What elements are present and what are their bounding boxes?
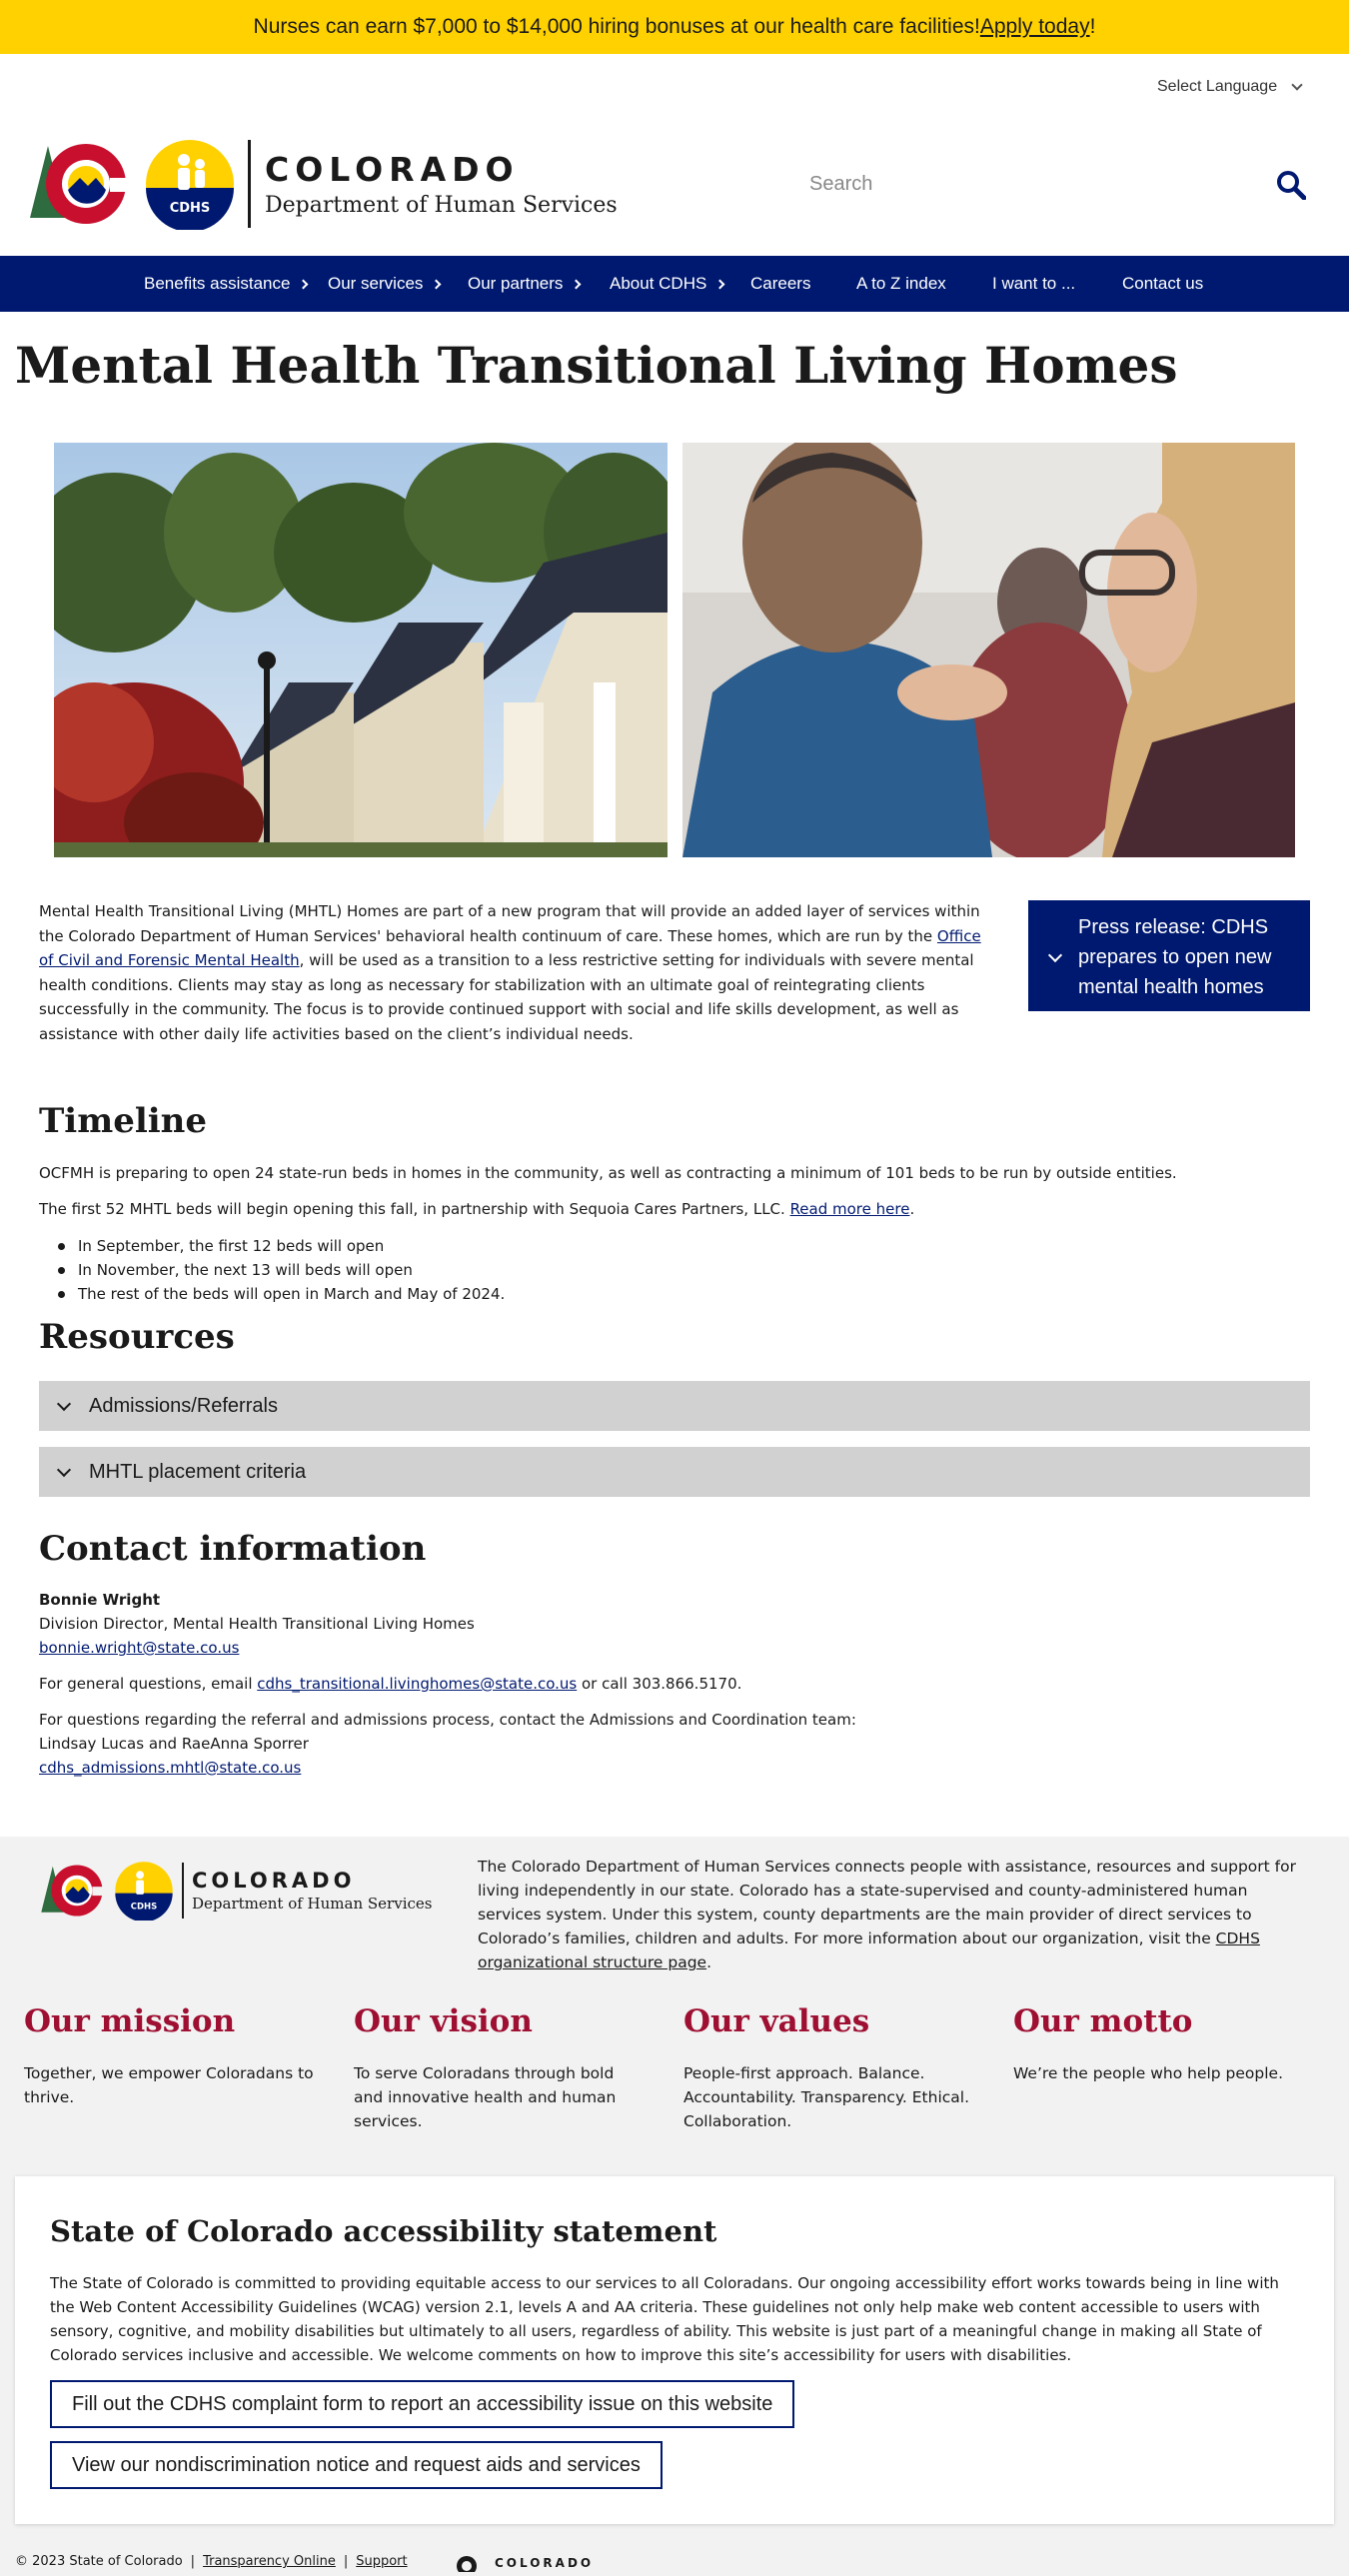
search-icon[interactable] xyxy=(1276,170,1306,200)
svg-text:CDHS: CDHS xyxy=(131,1901,157,1911)
colorado-logo-icon xyxy=(457,2556,477,2572)
main-nav: Benefits assistance Our services Our par… xyxy=(0,256,1349,312)
admissions-email-link[interactable]: cdhs_admissions.mhtl@state.co.us xyxy=(39,1759,301,1777)
contact-role: Division Director, Mental Health Transit… xyxy=(39,1615,475,1633)
colorado-logo-icon xyxy=(41,1865,114,1917)
accordion-admissions[interactable]: Admissions/Referrals xyxy=(39,1381,1310,1431)
nondiscrimination-button[interactable]: View our nondiscrimination notice and re… xyxy=(50,2441,663,2489)
values-title: Our values xyxy=(683,2003,870,2039)
nav-benefits-assistance[interactable]: Benefits assistance xyxy=(144,274,328,294)
a11y-title: State of Colorado accessibility statemen… xyxy=(50,2214,717,2248)
general-questions: For general questions, email cdhs_transi… xyxy=(39,1675,742,1693)
logo-divider xyxy=(248,140,251,228)
cdhs-logo[interactable]: CDHS COLORADO Department of Human Servic… xyxy=(28,138,618,230)
list-item: In November, the next 13 will beds will … xyxy=(56,1258,505,1282)
mission-text: Together, we empower Coloradans to thriv… xyxy=(24,2064,314,2106)
chevron-down-icon xyxy=(56,1462,72,1477)
accordion-placement-criteria[interactable]: MHTL placement criteria xyxy=(39,1447,1310,1497)
colorado-logo-icon xyxy=(30,144,144,224)
svg-text:CDHS: CDHS xyxy=(170,201,211,216)
vision-title: Our vision xyxy=(354,2003,533,2039)
contact-person: Bonnie Wright Division Director, Mental … xyxy=(39,1588,475,1660)
timeline-p1: OCFMH is preparing to open 24 state-run … xyxy=(39,1164,1177,1182)
nav-our-partners[interactable]: Our partners xyxy=(468,274,610,294)
values-text: People-first approach. Balance. Accounta… xyxy=(683,2064,970,2130)
chevron-down-icon xyxy=(56,1396,72,1411)
page-title: Mental Health Transitional Living Homes xyxy=(15,336,1178,395)
vision-block: Our vision To serve Coloradans through b… xyxy=(354,2003,644,2133)
banner-text: Nurses can earn $7,000 to $14,000 hiring… xyxy=(253,15,980,38)
hero-image-support xyxy=(682,443,1295,857)
general-email-link[interactable]: cdhs_transitional.livinghomes@state.co.u… xyxy=(257,1675,577,1693)
chevron-right-icon xyxy=(714,279,725,289)
complaint-form-button[interactable]: Fill out the CDHS complaint form to repo… xyxy=(50,2380,795,2428)
chevron-down-icon xyxy=(1047,947,1063,963)
nav-i-want-to[interactable]: I want to ... xyxy=(992,274,1122,294)
cdhs-badge-icon: CDHS xyxy=(115,1862,173,1921)
accessibility-statement: State of Colorado accessibility statemen… xyxy=(15,2176,1334,2524)
footer-logo[interactable]: CDHS COLORADO Department of Human Servic… xyxy=(40,1861,432,1921)
motto-block: Our motto We’re the people who help peop… xyxy=(1013,2003,1303,2085)
nav-a-to-z[interactable]: A to Z index xyxy=(856,274,992,294)
timeline-p2: The first 52 MHTL beds will begin openin… xyxy=(39,1200,915,1218)
list-item: In September, the first 12 beds will ope… xyxy=(56,1234,505,1258)
intro-text: Mental Health Transitional Living (MHTL)… xyxy=(39,902,981,1043)
footer-state-wordmark: COLORADO xyxy=(192,1869,356,1893)
footer-about: The Colorado Department of Human Service… xyxy=(478,1858,1296,1971)
copyright-bar: © 2023 State of Colorado | Transparency … xyxy=(15,2554,408,2569)
dept-wordmark: Department of Human Services xyxy=(265,193,618,218)
state-wordmark: COLORADO xyxy=(265,150,520,189)
resources-heading: Resources xyxy=(39,1317,235,1357)
chevron-right-icon xyxy=(299,279,309,289)
vision-text: To serve Coloradans through bold and inn… xyxy=(354,2064,617,2130)
search-bar xyxy=(789,160,1334,208)
list-item: The rest of the beds will open in March … xyxy=(56,1282,505,1306)
separator: | xyxy=(343,2554,349,2569)
timeline-heading: Timeline xyxy=(39,1101,208,1141)
chevron-down-icon xyxy=(1291,79,1303,91)
alert-banner: Nurses can earn $7,000 to $14,000 hiring… xyxy=(0,0,1349,54)
mission-block: Our mission Together, we empower Colorad… xyxy=(24,2003,314,2109)
bottom-colorado-logo: COLORADO xyxy=(455,2554,594,2572)
nav-contact-us[interactable]: Contact us xyxy=(1122,274,1203,294)
motto-text: We’re the people who help people. xyxy=(1013,2064,1284,2082)
search-input[interactable] xyxy=(789,172,1269,196)
contact-name: Bonnie Wright xyxy=(39,1591,161,1609)
transparency-link[interactable]: Transparency Online xyxy=(203,2554,336,2569)
timeline-list: In September, the first 12 beds will ope… xyxy=(56,1234,505,1306)
press-release-label: Press release: CDHS prepares to open new… xyxy=(1078,916,1272,998)
apply-today-link[interactable]: Apply today xyxy=(980,15,1090,39)
copyright-text: © 2023 State of Colorado xyxy=(15,2554,183,2569)
nav-our-services[interactable]: Our services xyxy=(328,274,468,294)
hero-image-homes xyxy=(54,443,668,857)
nav-about-cdhs[interactable]: About CDHS xyxy=(610,274,750,294)
a11y-text: The State of Colorado is committed to pr… xyxy=(50,2274,1279,2364)
mission-title: Our mission xyxy=(24,2003,236,2039)
motto-title: Our motto xyxy=(1013,2003,1193,2039)
contact-email-link[interactable]: bonnie.wright@state.co.us xyxy=(39,1639,239,1657)
language-label: Select Language xyxy=(1157,78,1278,95)
cdhs-badge-icon: CDHS xyxy=(146,140,234,230)
press-release-button[interactable]: Press release: CDHS prepares to open new… xyxy=(1028,900,1310,1011)
language-select[interactable]: Select Language xyxy=(1157,78,1303,96)
footer-dept-wordmark: Department of Human Services xyxy=(192,1895,433,1913)
values-block: Our values People-first approach. Balanc… xyxy=(683,2003,973,2133)
referral-contact: For questions regarding the referral and… xyxy=(39,1711,856,1777)
banner-suffix: ! xyxy=(1089,15,1096,38)
read-more-link[interactable]: Read more here xyxy=(790,1200,910,1218)
chevron-right-icon xyxy=(571,279,582,289)
separator: | xyxy=(190,2554,196,2569)
support-link[interactable]: Support xyxy=(356,2554,407,2569)
logo-divider xyxy=(182,1863,184,1919)
contact-heading: Contact information xyxy=(39,1529,427,1569)
nav-careers[interactable]: Careers xyxy=(750,274,856,294)
chevron-right-icon xyxy=(431,279,442,289)
